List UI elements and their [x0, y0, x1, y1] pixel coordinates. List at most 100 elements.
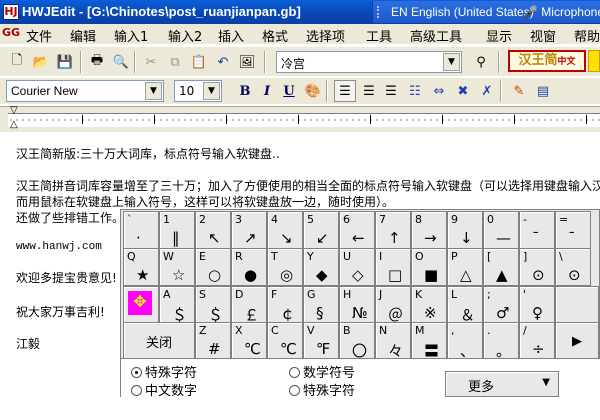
- key-period[interactable]: .。: [483, 322, 519, 360]
- key-9[interactable]: 9 ↓: [447, 211, 483, 249]
- hanging-indent-marker-icon[interactable]: △: [10, 119, 18, 130]
- align-right-icon[interactable]: ☰: [380, 80, 402, 102]
- key-z[interactable]: Z #: [195, 322, 231, 360]
- print-preview-icon[interactable]: 🔍: [110, 51, 132, 73]
- key-e[interactable]: E ○: [195, 248, 231, 286]
- page-icon[interactable]: ▤: [532, 80, 554, 102]
- key-r[interactable]: R ●: [231, 248, 267, 286]
- open-folder-icon[interactable]: 📂: [30, 51, 52, 73]
- key-n[interactable]: N々: [375, 322, 411, 360]
- more-button[interactable]: 更多 ▼: [445, 371, 559, 397]
- font-color-icon[interactable]: 🎨: [302, 80, 324, 102]
- key-8[interactable]: 8 →: [411, 211, 447, 249]
- print-icon[interactable]: 🖶: [86, 51, 108, 73]
- key-l[interactable]: L ＆: [447, 286, 483, 324]
- indent-marker-icon[interactable]: ▽: [10, 105, 18, 116]
- menu-input1[interactable]: 输入1: [114, 26, 148, 45]
- paste-icon[interactable]: 📋: [188, 51, 210, 73]
- menu-logo-icon[interactable]: GG: [2, 26, 20, 39]
- key-s[interactable]: S ＄: [195, 286, 231, 324]
- align-center-icon[interactable]: ☰: [358, 80, 380, 102]
- key-v[interactable]: V ℉: [303, 322, 339, 360]
- key-quote[interactable]: ' ♀: [519, 286, 555, 324]
- underline-button[interactable]: U: [278, 80, 300, 102]
- key-a[interactable]: A ＄: [159, 286, 195, 324]
- key-q[interactable]: Q ★: [123, 248, 159, 286]
- search-combo[interactable]: 冷宫 ▼: [276, 51, 462, 73]
- key-equals[interactable]: = ˉ: [555, 211, 591, 249]
- key-u[interactable]: U ◇: [339, 248, 375, 286]
- close-keyboard-button[interactable]: 关闭: [123, 322, 195, 360]
- find-binoculars-icon[interactable]: ⚲: [470, 51, 492, 73]
- menu-insert[interactable]: 插入: [218, 26, 244, 45]
- copy-icon[interactable]: ⧉: [164, 51, 186, 73]
- font-select[interactable]: Courier New ▼: [6, 80, 164, 102]
- key-1[interactable]: 1 ‖: [159, 211, 195, 249]
- key-move-handle[interactable]: ✥: [123, 286, 159, 324]
- clear-format-icon[interactable]: ✗: [476, 80, 498, 102]
- key-3[interactable]: 3 ↗: [231, 211, 267, 249]
- key-p[interactable]: P △: [447, 248, 483, 286]
- pencil-icon[interactable]: ✎: [508, 80, 530, 102]
- menu-help[interactable]: 帮助: [574, 26, 600, 45]
- insert-image-icon[interactable]: 🖼: [236, 51, 258, 73]
- key-f[interactable]: F ￠: [267, 286, 303, 324]
- italic-button[interactable]: I: [256, 80, 278, 102]
- menu-window[interactable]: 视窗: [530, 26, 556, 45]
- enter-key[interactable]: ▶: [555, 322, 599, 360]
- key-m[interactable]: M 〓: [411, 322, 447, 360]
- chevron-down-icon[interactable]: ▼: [203, 82, 220, 100]
- key-2[interactable]: 2 ↖: [195, 211, 231, 249]
- radio-special-chars[interactable]: 特殊字符: [131, 362, 197, 381]
- key-left-bracket[interactable]: [▲: [483, 248, 519, 286]
- undo-icon[interactable]: ↶: [212, 51, 234, 73]
- key-backtick[interactable]: ` ·: [123, 211, 159, 249]
- drag-handle-icon[interactable]: [377, 6, 383, 18]
- key-o[interactable]: O ■: [411, 248, 447, 286]
- chevron-down-icon[interactable]: ▼: [145, 82, 162, 100]
- menu-file[interactable]: 文件: [26, 26, 52, 45]
- indent-icon[interactable]: ⇔: [428, 80, 450, 102]
- key-backslash[interactable]: \ ⊙: [555, 248, 591, 286]
- menu-format[interactable]: 格式: [262, 26, 288, 45]
- key-t[interactable]: T ◎: [267, 248, 303, 286]
- key-slash[interactable]: / ÷: [519, 322, 555, 360]
- close-x-icon[interactable]: ✖: [452, 80, 474, 102]
- key-k[interactable]: K ※: [411, 286, 447, 324]
- key-d[interactable]: D ￡: [231, 286, 267, 324]
- new-file-icon[interactable]: 🗋: [6, 51, 28, 73]
- color-swatch[interactable]: [588, 50, 600, 72]
- key-c[interactable]: C ℃: [267, 322, 303, 360]
- key-w[interactable]: W ☆: [159, 248, 195, 286]
- key-semicolon[interactable]: ; ♂: [483, 286, 519, 324]
- radio-special-chars-2[interactable]: 特殊字符: [289, 380, 355, 399]
- menu-edit[interactable]: 编辑: [70, 26, 96, 45]
- radio-chinese-numbers[interactable]: 中文数字: [131, 380, 197, 399]
- font-size-select[interactable]: 10 ▼: [174, 80, 222, 102]
- key-5[interactable]: 5 ↙: [303, 211, 339, 249]
- cut-icon[interactable]: ✂: [140, 51, 162, 73]
- bold-button[interactable]: B: [234, 80, 256, 102]
- key-j[interactable]: J ＠: [375, 286, 411, 324]
- chevron-down-icon[interactable]: ▼: [443, 53, 460, 71]
- key-6[interactable]: 6 ←: [339, 211, 375, 249]
- key-minus[interactable]: - ¯: [519, 211, 555, 249]
- key-g[interactable]: G §: [303, 286, 339, 324]
- menu-advanced-tools[interactable]: 高级工具: [410, 26, 462, 45]
- key-blank[interactable]: [555, 286, 599, 324]
- align-left-icon[interactable]: ☰: [334, 80, 356, 102]
- save-icon[interactable]: 💾: [54, 51, 76, 73]
- microphone-button[interactable]: 🎤 Microphone: [523, 5, 600, 19]
- key-y[interactable]: Y ◆: [303, 248, 339, 286]
- key-4[interactable]: 4 ↘: [267, 211, 303, 249]
- key-0[interactable]: 0—: [483, 211, 519, 249]
- radio-math-symbols[interactable]: 数学符号: [289, 362, 355, 381]
- language-button[interactable]: EN English (United States): [391, 5, 534, 19]
- menu-options[interactable]: 选择项: [306, 26, 345, 45]
- key-right-bracket[interactable]: ] ⊙: [519, 248, 555, 286]
- bullets-icon[interactable]: ☷: [404, 80, 426, 102]
- menu-tools[interactable]: 工具: [366, 26, 392, 45]
- key-h[interactable]: H №: [339, 286, 375, 324]
- key-i[interactable]: I □: [375, 248, 411, 286]
- key-b[interactable]: B〇: [339, 322, 375, 360]
